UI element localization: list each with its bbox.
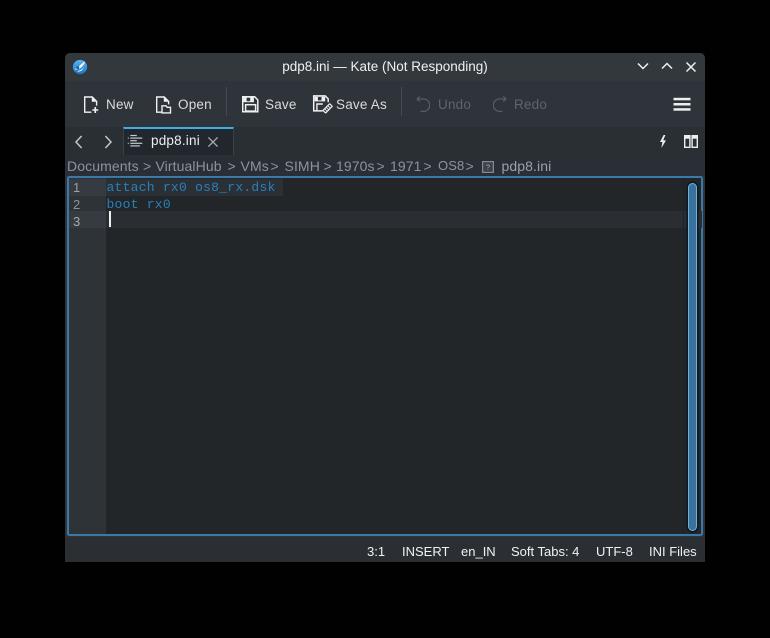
svg-text:?: ? — [485, 162, 489, 171]
